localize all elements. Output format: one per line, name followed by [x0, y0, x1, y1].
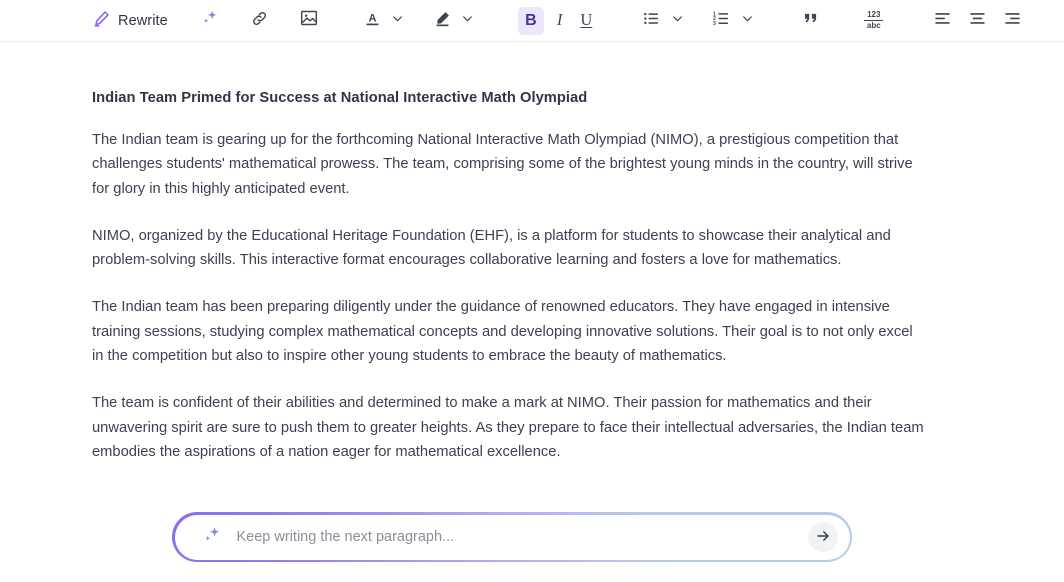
align-center-button[interactable]	[963, 7, 992, 35]
ai-prompt-submit-button[interactable]	[808, 522, 838, 552]
document-body[interactable]: Indian Team Primed for Success at Nation…	[0, 42, 1064, 464]
align-right-icon	[1003, 9, 1022, 33]
transliterate-top: 123	[867, 11, 880, 20]
highlight-group	[428, 7, 478, 35]
italic-button[interactable]: I	[552, 7, 568, 35]
underline-icon: U	[580, 12, 592, 29]
chevron-down-icon	[671, 12, 684, 30]
numbered-list-dropdown[interactable]	[737, 8, 757, 34]
ai-prompt-input[interactable]	[237, 529, 794, 545]
document-title: Indian Team Primed for Success at Nation…	[92, 90, 924, 106]
rewrite-label: Rewrite	[118, 13, 168, 29]
svg-text:3: 3	[713, 20, 716, 26]
sparkle-icon	[200, 8, 220, 33]
align-right-button[interactable]	[998, 7, 1027, 35]
transliterate-button[interactable]: 123 abc	[859, 7, 888, 35]
bulleted-list-button[interactable]	[637, 7, 666, 35]
ai-prompt-bar	[172, 512, 852, 562]
blockquote-button[interactable]	[797, 7, 825, 35]
highlight-dropdown[interactable]	[458, 8, 478, 34]
arrow-right-icon	[815, 528, 831, 547]
underline-button[interactable]: U	[575, 7, 597, 35]
document-paragraph: The Indian team has been preparing dilig…	[92, 295, 924, 368]
align-left-button[interactable]	[928, 7, 957, 35]
text-color-button[interactable]: A	[358, 7, 387, 35]
bullet-list-group	[637, 7, 687, 35]
insert-image-button[interactable]	[294, 7, 324, 35]
document-editor-canvas[interactable]: Indian Team Primed for Success at Nation…	[0, 42, 1064, 582]
document-paragraph: NIMO, organized by the Educational Herit…	[92, 224, 924, 273]
editor-toolbar: Rewrite	[0, 0, 1064, 42]
insert-link-button[interactable]	[245, 7, 274, 35]
align-center-icon	[968, 9, 987, 33]
text-color-icon: A	[363, 9, 382, 33]
sparkle-icon	[201, 524, 223, 551]
highlighter-icon	[433, 9, 452, 33]
align-left-icon	[933, 9, 952, 33]
link-icon	[250, 9, 269, 33]
text-color-group: A	[358, 7, 408, 35]
text-color-dropdown[interactable]	[388, 8, 408, 34]
rewrite-button[interactable]: Rewrite	[88, 7, 175, 35]
bold-icon: B	[525, 13, 537, 29]
bold-button[interactable]: B	[518, 7, 544, 35]
chevron-down-icon	[461, 12, 474, 30]
bulleted-list-icon	[642, 9, 661, 33]
italic-icon: I	[557, 12, 563, 29]
transliterate-bottom: abc	[867, 21, 881, 30]
numbered-list-group: 1 2 3	[707, 7, 757, 35]
ai-prompt-box[interactable]	[175, 515, 850, 560]
chevron-down-icon	[391, 12, 404, 30]
numbers-to-letters-icon: 123 abc	[864, 11, 883, 31]
pen-rewrite-icon	[92, 9, 111, 33]
chevron-down-icon	[741, 12, 754, 30]
numbered-list-icon: 1 2 3	[712, 9, 731, 33]
document-paragraph: The Indian team is gearing up for the fo…	[92, 128, 924, 201]
image-icon	[299, 8, 319, 33]
svg-text:A: A	[368, 12, 376, 24]
document-paragraph: The team is confident of their abilities…	[92, 391, 924, 464]
highlight-button[interactable]	[428, 7, 457, 35]
numbered-list-button[interactable]: 1 2 3	[707, 7, 736, 35]
ai-sparkle-button[interactable]	[195, 7, 225, 35]
bulleted-list-dropdown[interactable]	[667, 8, 687, 34]
blockquote-icon	[802, 9, 820, 32]
